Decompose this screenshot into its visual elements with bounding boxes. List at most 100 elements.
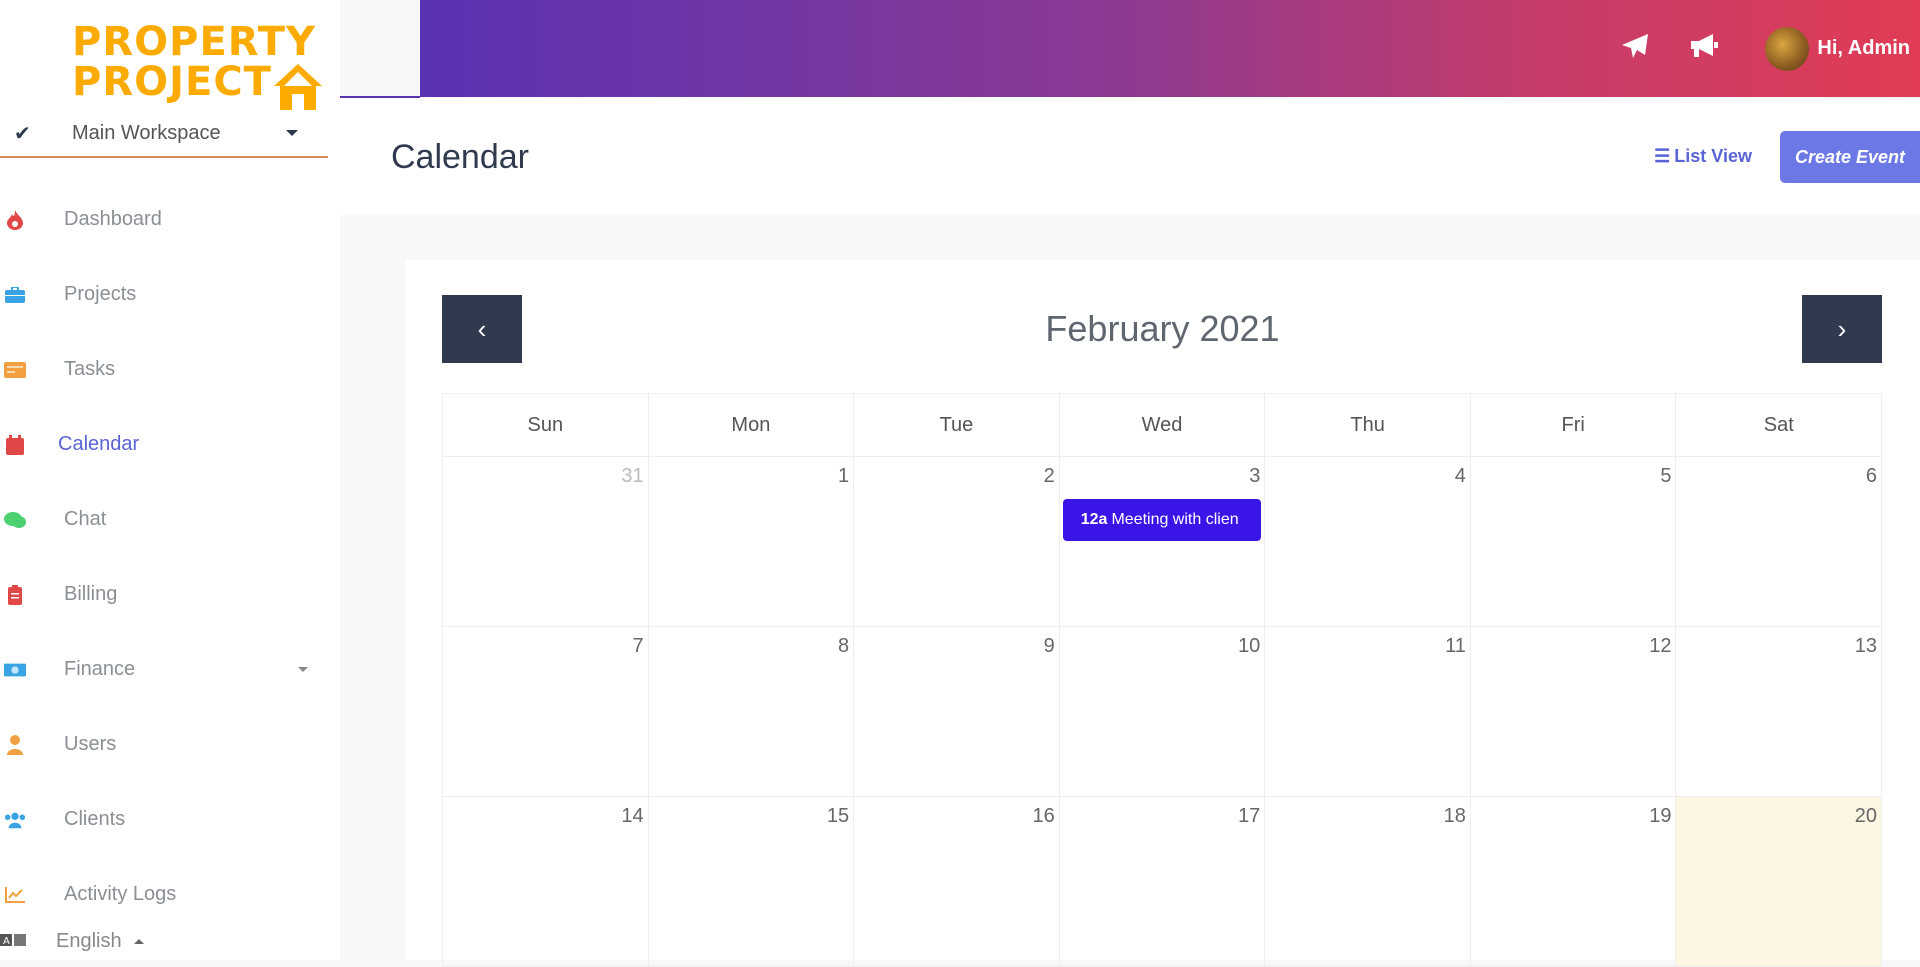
- day-cell[interactable]: 3 12a Meeting with clien: [1059, 457, 1266, 627]
- weekday-header: Thu: [1265, 394, 1471, 457]
- day-cell[interactable]: 4: [1265, 457, 1471, 627]
- next-month-button[interactable]: ›: [1802, 295, 1882, 363]
- day-number: 20: [1854, 805, 1878, 827]
- money-icon: [4, 659, 26, 681]
- paper-plane-icon[interactable]: [1621, 33, 1649, 64]
- weekday-header: Mon: [648, 394, 855, 457]
- workspace-selector[interactable]: ✔ Main Workspace: [0, 110, 328, 158]
- day-cell[interactable]: 18: [1265, 797, 1471, 967]
- day-number: 16: [1032, 805, 1055, 827]
- sidebar-item-dashboard[interactable]: Dashboard: [0, 182, 330, 257]
- day-number: 2: [1043, 465, 1055, 487]
- sidebar: PROPERTY PROJECT ✔ Main Workspace Dashbo…: [0, 0, 340, 960]
- day-number: 8: [838, 635, 850, 657]
- check-icon: ✔: [14, 122, 31, 145]
- chevron-up-icon: [133, 939, 144, 944]
- weekday-header: Wed: [1059, 394, 1266, 457]
- avatar[interactable]: [1765, 26, 1810, 71]
- day-cell[interactable]: 15: [648, 797, 855, 967]
- language-label: English: [56, 930, 122, 952]
- user-icon: [4, 734, 26, 756]
- day-number: 11: [1445, 635, 1466, 657]
- user-greeting[interactable]: Hi, Admin: [1817, 37, 1910, 60]
- day-cell[interactable]: 9: [854, 627, 1060, 797]
- sidebar-item-label: Chat: [64, 508, 107, 530]
- day-cell[interactable]: 10: [1059, 627, 1266, 797]
- fire-icon: [4, 209, 26, 231]
- workspace-name: Main Workspace: [72, 121, 221, 144]
- sidebar-item-label: Billing: [64, 583, 118, 605]
- sidebar-item-label: Calendar: [58, 433, 140, 455]
- day-cell[interactable]: 17: [1059, 797, 1266, 967]
- day-cell[interactable]: 14: [443, 797, 649, 967]
- brand-line-1: PROPERTY: [72, 19, 317, 65]
- chevron-down-icon[interactable]: [298, 667, 308, 672]
- day-number: 9: [1043, 635, 1055, 657]
- day-cell[interactable]: 12: [1470, 627, 1677, 797]
- sidebar-nav: Dashboard Projects Tasks Calendar Chat B…: [0, 182, 330, 932]
- week-row: 14 15 16 17 18 19 20: [443, 797, 1883, 967]
- page-header: Calendar ☰ List View Create Event: [340, 98, 1920, 215]
- day-cell[interactable]: 7: [443, 627, 649, 797]
- house-icon: [274, 64, 322, 110]
- chart-line-icon: [4, 884, 26, 906]
- day-number: 4: [1454, 465, 1466, 487]
- brand-logo[interactable]: PROPERTY PROJECT: [72, 22, 332, 112]
- sidebar-item-chat[interactable]: Chat: [0, 482, 330, 557]
- day-cell[interactable]: 11: [1265, 627, 1471, 797]
- weekday-header: Tue: [854, 394, 1060, 457]
- sidebar-item-label: Activity Logs: [64, 883, 177, 905]
- sidebar-item-projects[interactable]: Projects: [0, 257, 330, 332]
- chevron-right-icon: ›: [1837, 313, 1847, 344]
- chevron-down-icon: [286, 130, 298, 136]
- weekday-header: Sun: [443, 394, 649, 457]
- day-cell[interactable]: 2: [854, 457, 1060, 627]
- sidebar-item-label: Projects: [64, 283, 137, 305]
- list-view-link[interactable]: ☰ List View: [1654, 146, 1752, 167]
- sidebar-item-tasks[interactable]: Tasks: [0, 332, 330, 407]
- sidebar-item-activity-logs[interactable]: Activity Logs: [0, 857, 330, 932]
- day-cell[interactable]: 19: [1470, 797, 1677, 967]
- weekday-header-row: Sun Mon Tue Wed Thu Fri Sat: [443, 394, 1883, 457]
- sidebar-item-clients[interactable]: Clients: [0, 782, 330, 857]
- sidebar-item-label: Tasks: [64, 358, 116, 380]
- calendar-event[interactable]: 12a Meeting with clien: [1062, 499, 1262, 541]
- briefcase-icon: [4, 284, 26, 306]
- sidebar-item-calendar[interactable]: Calendar: [0, 407, 330, 482]
- language-icon: A: [0, 933, 26, 950]
- calendar-icon: [4, 434, 26, 456]
- day-number: 12: [1649, 635, 1672, 657]
- week-row: 31 1 2 3 12a Meeting with clien 4 5 6: [443, 457, 1883, 627]
- day-number: 10: [1238, 635, 1261, 657]
- day-cell[interactable]: 1: [648, 457, 855, 627]
- list-view-label: List View: [1674, 146, 1752, 166]
- day-number: 7: [632, 635, 644, 657]
- megaphone-icon[interactable]: [1689, 33, 1719, 64]
- day-cell-today[interactable]: 20: [1676, 797, 1883, 967]
- sidebar-item-finance[interactable]: Finance: [0, 632, 330, 707]
- month-label: February 2021: [1045, 308, 1280, 349]
- day-cell[interactable]: 31: [443, 457, 649, 627]
- list-icon: ☰: [1654, 146, 1671, 166]
- language-selector[interactable]: A English: [0, 930, 144, 953]
- day-number: 18: [1443, 805, 1466, 827]
- create-event-button[interactable]: Create Event: [1780, 131, 1920, 183]
- day-cell[interactable]: 5: [1470, 457, 1677, 627]
- day-cell[interactable]: 13: [1676, 627, 1883, 797]
- day-cell[interactable]: 8: [648, 627, 855, 797]
- sidebar-item-billing[interactable]: Billing: [0, 557, 330, 632]
- day-number: 6: [1865, 465, 1878, 487]
- week-row: 7 8 9 10 11 12 13: [443, 627, 1883, 797]
- sidebar-item-label: Users: [64, 733, 117, 755]
- weekday-header: Sat: [1676, 394, 1883, 457]
- day-cell[interactable]: 6: [1676, 457, 1883, 627]
- users-icon: [4, 809, 26, 831]
- topbar: Hi, Admin: [420, 0, 1920, 97]
- sidebar-item-users[interactable]: Users: [0, 707, 330, 782]
- day-cell[interactable]: 16: [854, 797, 1060, 967]
- calendar-card: ‹ February 2021 › Sun Mon Tue Wed Thu Fr…: [405, 260, 1920, 967]
- page-title: Calendar: [391, 138, 529, 176]
- sidebar-item-label: Clients: [64, 808, 126, 830]
- event-title: Meeting with clien: [1111, 511, 1239, 528]
- day-number: 3: [1249, 465, 1261, 487]
